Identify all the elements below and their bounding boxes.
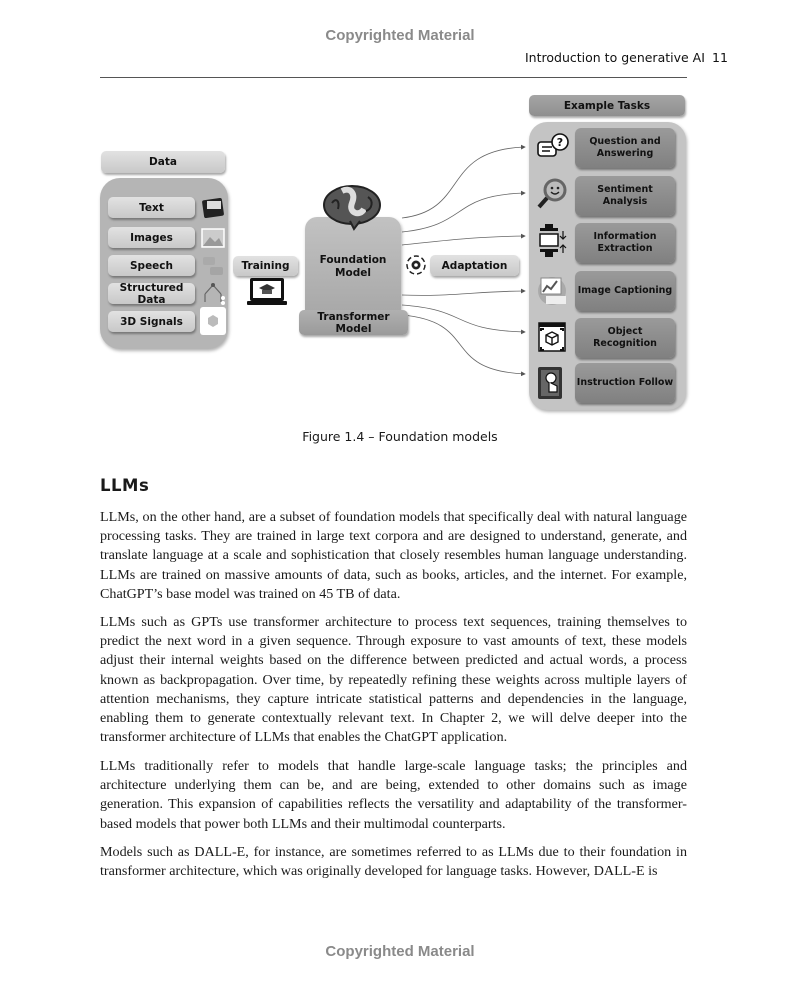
hand-gear-icon [538,367,562,399]
3d-cube-icon [200,307,226,335]
paragraph-2: LLMs such as GPTs use transformer archit… [100,614,687,746]
svg-text:?: ? [557,136,563,149]
paragraph-3: LLMs traditionally refer to models that … [100,758,687,832]
arrow-to-extraction [401,233,526,246]
task-sentiment-analysis: Sentiment Analysis [575,176,675,216]
arrow-to-captioning [401,288,526,296]
training-label: Training [233,256,298,276]
data-header: Data [101,151,225,173]
laptop-graduation-icon [247,278,287,305]
data-item-speech: Speech [108,255,195,276]
task-information-extraction: Information Extraction [575,223,675,263]
paragraph-4: Models such as DALL-E, for instance, are… [100,844,687,880]
data-item-3d-signals: 3D Signals [108,311,195,332]
transformer-model-label: Transformer Model [299,310,408,335]
foundation-model-label: Foundation Model [319,254,387,279]
task-object-recognition: Object Recognition [575,318,675,358]
arrow-to-sentiment [401,190,526,233]
arrow-to-instruction [401,314,526,377]
speech-bubbles-icon [203,257,223,275]
task-instruction-follow: Instruction Follow [575,363,675,403]
image-chart-icon [538,277,566,305]
data-item-structured-data: Structured Data [108,282,195,306]
question-chat-icon: ? [537,133,569,157]
folder-press-icon [539,224,567,257]
arrow-to-qa [401,144,526,219]
brain-icon [323,185,381,231]
task-question-answering: Question and Answering [575,128,675,168]
example-tasks-header: Example Tasks [529,95,685,116]
copyright-watermark-bottom: Copyrighted Material [325,943,475,960]
data-item-text: Text [108,197,195,218]
cube-scan-icon [538,322,566,352]
adaptation-label: Adaptation [430,255,519,276]
landscape-image-icon [201,228,225,248]
section-heading: LLMs [100,476,150,495]
hierarchy-icon [204,283,225,305]
magnifier-smiley-icon [537,178,567,209]
paragraph-1: LLMs, on the other hand, are a subset of… [100,509,687,602]
data-item-images: Images [108,227,195,248]
gear-cycle-icon [406,255,426,275]
arrow-to-recognition [401,304,526,335]
task-image-captioning: Image Captioning [575,271,675,311]
figure-caption: Figure 1.4 – Foundation models [302,429,498,444]
document-stack-icon [202,197,224,219]
